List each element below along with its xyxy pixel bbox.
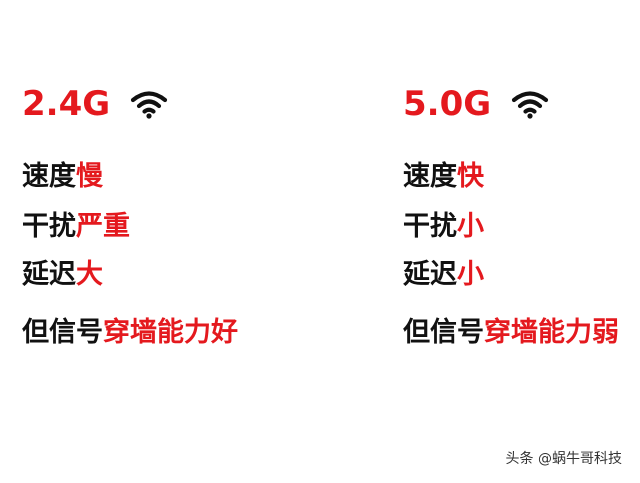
- wifi-icon: [131, 91, 168, 119]
- row-latency: 延迟小: [403, 258, 484, 292]
- row-penetration: 但信号穿墙能力弱: [403, 316, 619, 350]
- row-label: 但信号: [403, 317, 484, 348]
- row-label: 延迟: [403, 259, 457, 290]
- row-label: 干扰: [22, 211, 76, 242]
- row-value: 小: [457, 259, 484, 290]
- row-label: 但信号: [22, 317, 103, 348]
- band-label: 2.4G: [22, 84, 111, 124]
- row-value: 穿墙能力好: [103, 317, 238, 348]
- row-label: 延迟: [22, 259, 76, 290]
- watermark: 头条 @蜗牛哥科技: [505, 451, 622, 467]
- row-latency: 延迟大: [22, 258, 103, 292]
- row-value: 小: [457, 211, 484, 242]
- wifi-icon: [512, 91, 549, 119]
- row-label: 速度: [22, 161, 76, 192]
- band-title-5g: 5.0G: [403, 82, 549, 126]
- row-value: 穿墙能力弱: [484, 317, 619, 348]
- row-interference: 干扰严重: [22, 210, 130, 244]
- row-speed: 速度快: [403, 160, 484, 194]
- band-title-2-4g: 2.4G: [22, 82, 168, 126]
- row-label: 速度: [403, 161, 457, 192]
- row-value: 慢: [76, 161, 103, 192]
- row-interference: 干扰小: [403, 210, 484, 244]
- row-speed: 速度慢: [22, 160, 103, 194]
- row-value: 大: [76, 259, 103, 290]
- row-penetration: 但信号穿墙能力好: [22, 316, 238, 350]
- row-value: 严重: [76, 211, 130, 242]
- row-label: 干扰: [403, 211, 457, 242]
- row-value: 快: [457, 161, 484, 192]
- band-label: 5.0G: [403, 84, 492, 124]
